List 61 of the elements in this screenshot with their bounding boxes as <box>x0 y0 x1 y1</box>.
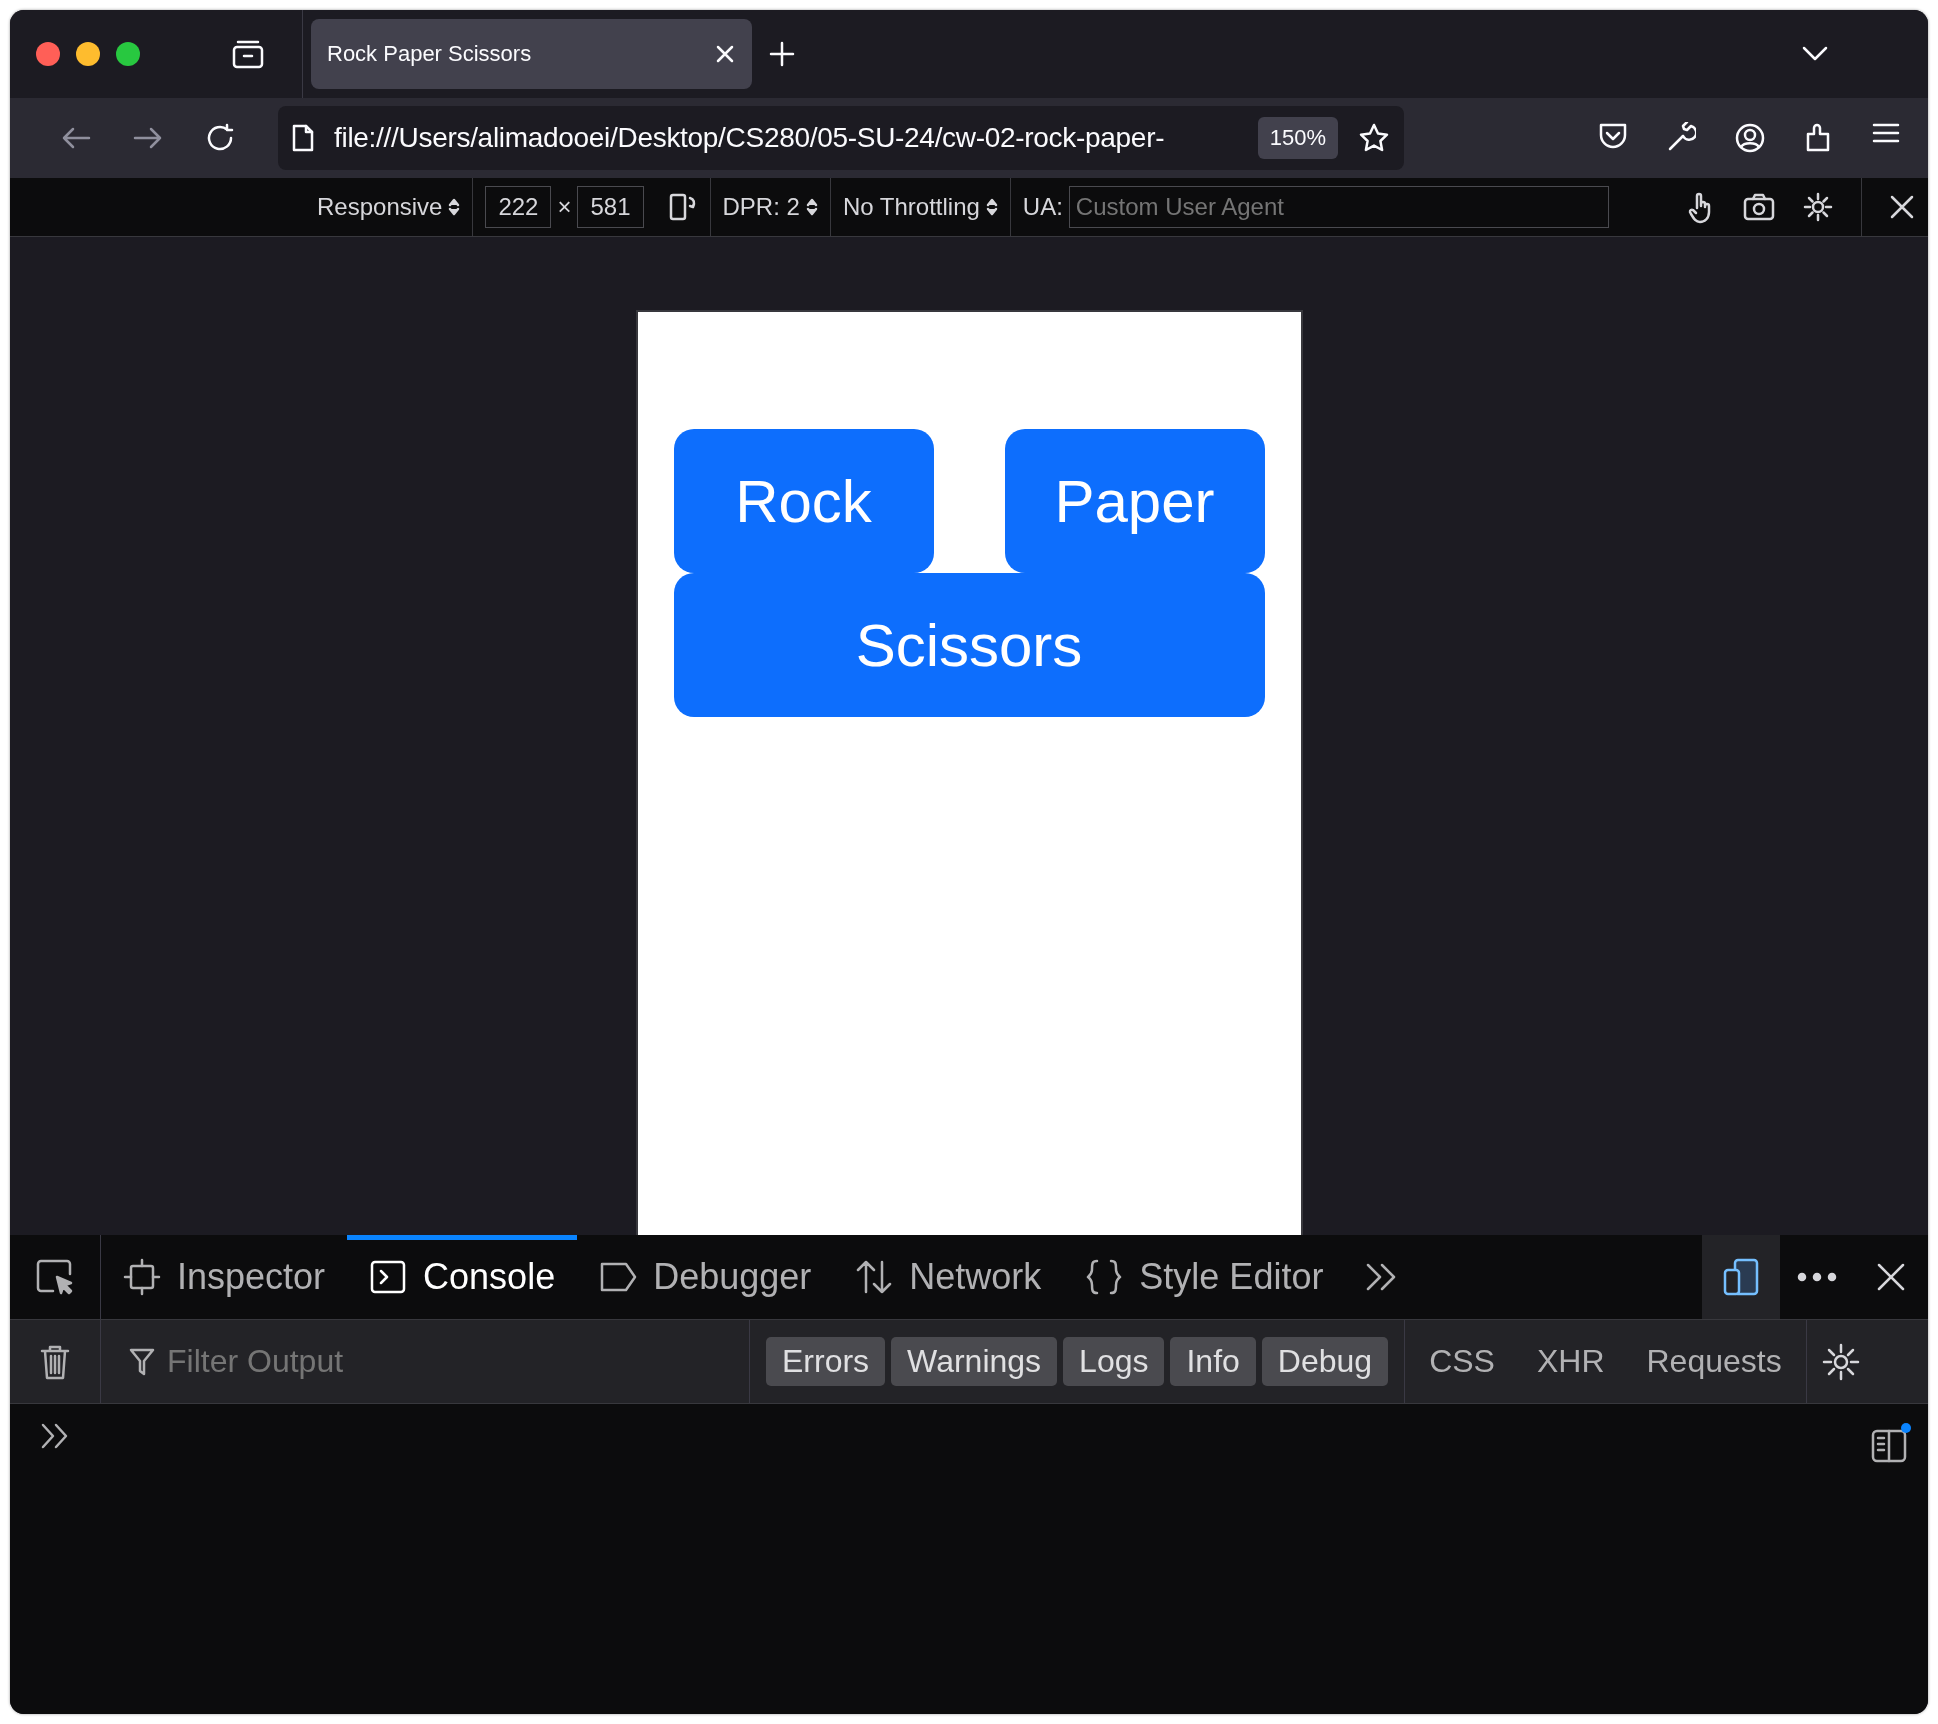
close-icon[interactable] <box>1890 195 1914 219</box>
filter-field[interactable]: Filter Output <box>165 1342 609 1381</box>
camera-icon[interactable] <box>1743 193 1775 221</box>
console-icon <box>369 1258 408 1296</box>
choice-button[interactable]: Scissors <box>673 573 1265 717</box>
sort-arrows-icon <box>448 197 461 217</box>
address-field[interactable]: file:///Users/alimadooei/Desktop/CS280/05-SU-24/cw-02-rock-paper- 150% <box>278 106 1404 170</box>
new-tab-icon[interactable] <box>769 41 795 67</box>
devtools-tab[interactable]: Inspector <box>101 1235 348 1319</box>
user-agent-field[interactable]: Custom User Agent <box>1068 186 1609 228</box>
pocket-icon[interactable] <box>1598 122 1628 150</box>
log-level-toggle[interactable]: Debug <box>1261 1337 1389 1386</box>
chevron-down-icon[interactable] <box>1802 46 1828 62</box>
responsive-mode-button[interactable] <box>1702 1235 1780 1319</box>
browser-tab[interactable]: Rock Paper Scissors <box>311 19 752 89</box>
account-icon[interactable] <box>1734 122 1766 154</box>
page-icon <box>292 124 314 152</box>
sidebar-toggle-icon[interactable] <box>1870 1422 1912 1464</box>
close-icon[interactable] <box>1877 1263 1905 1291</box>
filter-icon <box>129 1346 155 1377</box>
maximize-window-button[interactable] <box>116 42 140 66</box>
url-text: file:///Users/alimadooei/Desktop/CS280/05-SU-24/cw-02-rock-paper- <box>334 122 1166 154</box>
log-level-toggle[interactable]: Logs <box>1063 1337 1165 1386</box>
close-window-button[interactable] <box>36 42 60 66</box>
request-filter-toggle[interactable]: Requests <box>1630 1337 1798 1386</box>
bookmark-star-icon[interactable] <box>1358 122 1390 154</box>
menu-icon[interactable] <box>1872 122 1900 144</box>
choice-button[interactable]: Paper <box>1004 429 1265 573</box>
sort-arrows-icon <box>985 197 998 217</box>
inspector-icon <box>123 1258 161 1296</box>
tab-title: Rock Paper Scissors <box>327 41 532 67</box>
user-agent-label: UA: <box>1022 193 1063 221</box>
height-field[interactable]: 581 <box>577 186 644 228</box>
devices-icon <box>1723 1258 1759 1296</box>
element-picker-icon[interactable] <box>35 1257 75 1297</box>
rotate-device-icon[interactable] <box>667 192 698 222</box>
trash-icon[interactable] <box>40 1343 70 1380</box>
request-filter-toggle[interactable]: CSS <box>1413 1337 1511 1386</box>
choice-button[interactable]: Rock <box>673 429 934 573</box>
reload-icon[interactable] <box>205 123 235 153</box>
minimize-window-button[interactable] <box>76 42 100 66</box>
network-icon <box>855 1258 894 1296</box>
tab-view-icon[interactable] <box>232 39 264 69</box>
devtools-tab[interactable]: Style Editor <box>1063 1235 1346 1319</box>
forward-icon[interactable] <box>133 126 163 150</box>
back-icon[interactable] <box>61 126 91 150</box>
log-level-toggle[interactable]: Info <box>1170 1337 1256 1386</box>
throttling-selector[interactable]: No Throttling <box>830 193 1010 221</box>
devtools-tab[interactable]: Network <box>833 1235 1064 1319</box>
log-level-toggle[interactable]: Warnings <box>891 1337 1058 1386</box>
zoom-level[interactable]: 150% <box>1257 117 1338 159</box>
width-field[interactable]: 222 <box>485 186 552 228</box>
more-options-icon[interactable] <box>1797 1272 1837 1282</box>
log-level-toggle[interactable]: Errors <box>766 1337 886 1386</box>
sort-arrows-icon <box>805 197 818 217</box>
request-filter-toggle[interactable]: XHR <box>1520 1337 1621 1386</box>
dpr-selector[interactable]: DPR: 2 <box>710 193 830 221</box>
devtools-tab[interactable]: Debugger <box>577 1235 834 1319</box>
device-selector[interactable]: Responsive <box>305 193 473 221</box>
style-editor-icon <box>1085 1258 1124 1296</box>
times-sign: × <box>557 193 572 221</box>
